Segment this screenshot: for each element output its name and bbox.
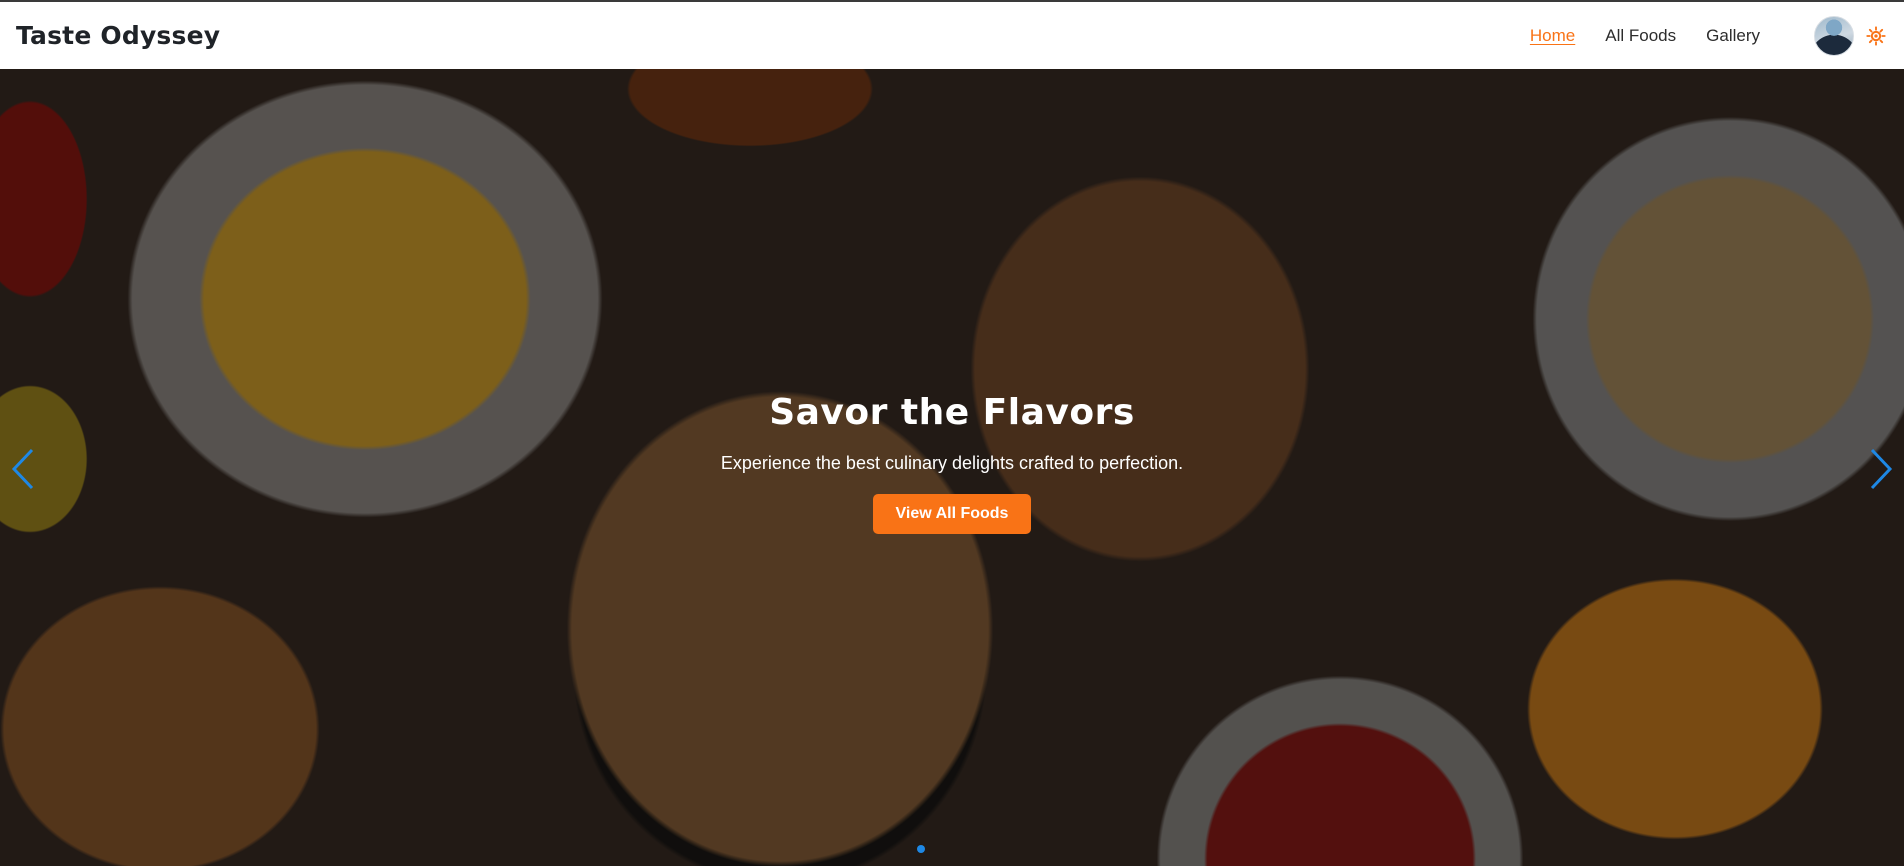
- carousel-pagination-dot[interactable]: [917, 845, 925, 853]
- hero-title: Savor the Flavors: [769, 392, 1135, 433]
- hero-carousel: Savor the Flavors Experience the best cu…: [0, 69, 1904, 866]
- hero-subtitle: Experience the best culinary delights cr…: [720, 453, 1184, 473]
- theme-toggle-button[interactable]: [1864, 24, 1888, 48]
- user-avatar[interactable]: [1814, 15, 1854, 56]
- sun-icon: [1866, 25, 1886, 46]
- nav-link-home[interactable]: Home: [1530, 26, 1575, 46]
- view-all-foods-button[interactable]: View All Foods: [872, 494, 1032, 534]
- nav-menu: Home All Foods Gallery: [1500, 2, 1888, 69]
- brand-logo[interactable]: Taste Odyssey: [16, 21, 220, 50]
- chevron-right-icon: [1870, 448, 1893, 490]
- nav-link-all-foods[interactable]: All Foods: [1605, 26, 1676, 46]
- chevron-left-icon: [11, 448, 34, 490]
- carousel-prev-button[interactable]: [8, 444, 38, 494]
- carousel-next-button[interactable]: [1866, 444, 1896, 494]
- nav-link-gallery[interactable]: Gallery: [1706, 26, 1760, 46]
- hero-slide-content: Savor the Flavors Experience the best cu…: [0, 69, 1904, 866]
- navbar: Taste Odyssey Home All Foods Gallery: [0, 2, 1904, 69]
